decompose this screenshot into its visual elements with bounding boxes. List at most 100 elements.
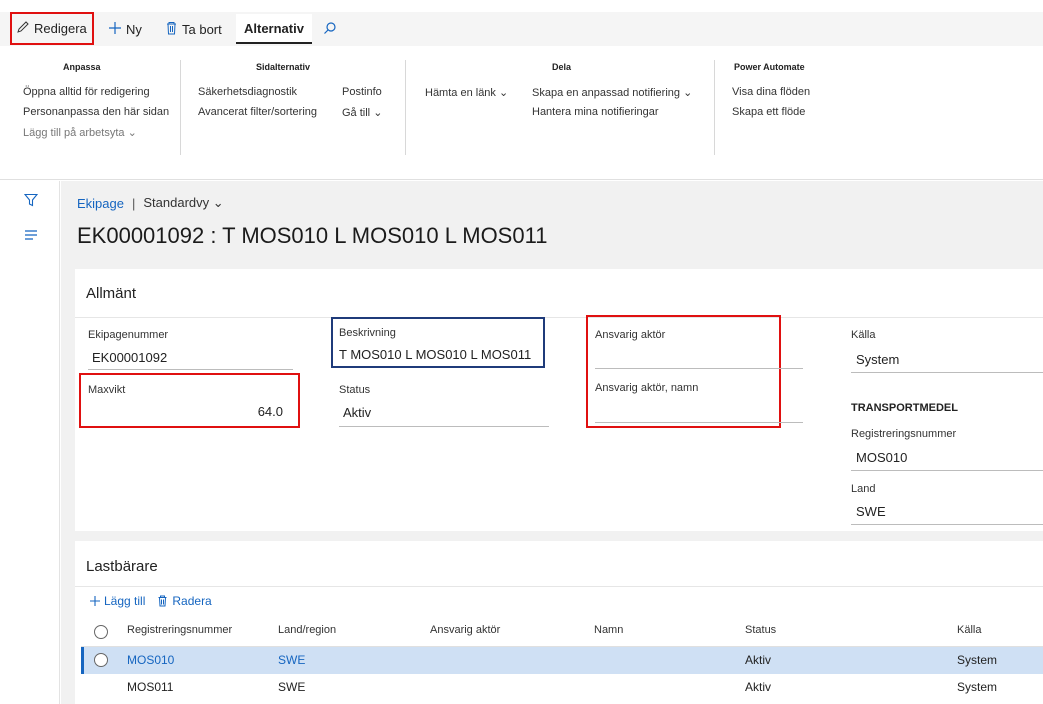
field-underline	[851, 470, 1043, 471]
add-carrier-button[interactable]: Lägg till	[89, 594, 145, 608]
general-section: Allmänt Ekipagenummer EK00001092 Maxvikt…	[75, 269, 1043, 531]
column-header[interactable]: Land/region	[278, 624, 336, 636]
create-notification-label: Skapa en anpassad notifiering	[532, 87, 680, 99]
regnr-cell[interactable]: MOS010	[127, 653, 174, 667]
advanced-filter-button[interactable]: Avancerat filter/sortering	[198, 106, 317, 118]
row-select-radio[interactable]	[94, 653, 108, 667]
beskrivning-field[interactable]: T MOS010 L MOS010 L MOS011	[339, 347, 531, 362]
search-button[interactable]	[323, 12, 341, 46]
land-field[interactable]: SWE	[856, 504, 886, 519]
regnr-label: Registreringsnummer	[851, 428, 957, 440]
status-cell: Aktiv	[745, 653, 772, 667]
chevron-down-icon: ⌄	[127, 127, 137, 139]
create-flow-button[interactable]: Skapa ett flöde	[732, 106, 805, 118]
status-field[interactable]: Aktiv	[343, 405, 371, 420]
ekipagenummer-label: Ekipagenummer	[88, 329, 169, 341]
land-label: Land	[851, 483, 876, 495]
add-to-workspace-label: Lägg till på arbetsyta	[23, 127, 125, 139]
field-underline	[851, 524, 1043, 525]
search-icon	[323, 21, 341, 38]
pencil-icon	[16, 20, 34, 37]
highlight-box	[79, 373, 300, 428]
create-notification-button[interactable]: Skapa en anpassad notifiering ⌄	[532, 86, 692, 99]
edit-button[interactable]: Redigera	[10, 12, 94, 45]
section-divider	[75, 586, 1043, 587]
transport-group-title: TRANSPORTMEDEL	[851, 402, 958, 414]
manage-notifications-button[interactable]: Hantera mina notifieringar	[532, 106, 659, 118]
column-header[interactable]: Registreringsnummer	[127, 624, 232, 636]
land-cell[interactable]: SWE	[278, 653, 305, 667]
breadcrumb-link[interactable]: Ekipage	[77, 196, 124, 211]
source-cell: System	[957, 653, 998, 667]
go-to-label: Gå till	[342, 107, 371, 119]
options-ribbon: Anpassa Öppna alltid för redigering Pers…	[0, 46, 1043, 180]
breadcrumb-separator: |	[131, 195, 136, 211]
main-content: Ekipage | Standardvy ⌄ EK00001092 : T MO…	[61, 181, 1043, 704]
always-open-edit-button[interactable]: Öppna alltid för redigering	[23, 86, 150, 98]
column-header[interactable]: Status	[745, 624, 776, 636]
field-underline	[851, 372, 1043, 373]
regnr-cell[interactable]: MOS011	[127, 680, 173, 694]
regnr-field[interactable]: MOS010	[856, 450, 907, 465]
status-cell: Aktiv	[745, 680, 772, 694]
carriers-section: Lastbärare Lägg till Radera Registrering…	[75, 541, 1043, 704]
get-link-button[interactable]: Hämta en länk ⌄	[425, 86, 508, 99]
maxvikt-label: Maxvikt	[88, 384, 126, 396]
trash-icon	[165, 21, 182, 38]
breadcrumb: Ekipage | Standardvy ⌄	[77, 195, 224, 211]
chevron-down-icon: ⌄	[683, 87, 693, 99]
ansvarig-aktor-label: Ansvarig aktör	[595, 329, 666, 341]
chevron-down-icon: ⌄	[212, 195, 224, 210]
filter-icon[interactable]	[23, 193, 39, 210]
column-header[interactable]: Källa	[957, 624, 981, 636]
add-to-workspace-button[interactable]: Lägg till på arbetsyta ⌄	[23, 126, 137, 139]
personalize-page-button[interactable]: Personanpassa den här sidan	[23, 106, 169, 118]
kalla-label: Källa	[851, 329, 876, 341]
chevron-down-icon: ⌄	[373, 107, 383, 119]
source-cell: System	[957, 680, 998, 694]
field-underline	[88, 369, 293, 370]
chevron-down-icon: ⌄	[499, 87, 509, 99]
ansvarig-aktor-field[interactable]	[595, 368, 803, 369]
remove-carrier-label: Radera	[172, 594, 212, 608]
ribbon-divider	[714, 60, 715, 155]
ansvarig-aktor-namn-field[interactable]	[595, 422, 803, 423]
group-title-page-options: Sidalternativ	[256, 62, 311, 72]
view-selector[interactable]: Standardvy ⌄	[143, 195, 223, 211]
ansvarig-aktor-namn-label: Ansvarig aktör, namn	[595, 382, 699, 394]
left-rail	[0, 181, 60, 704]
go-to-button[interactable]: Gå till ⌄	[342, 106, 382, 119]
group-title-power-automate: Power Automate	[734, 62, 805, 72]
action-bar: Redigera Ny Ta bort Alternativ	[0, 12, 1043, 46]
add-carrier-label: Lägg till	[104, 594, 146, 608]
edit-label: Redigera	[34, 21, 87, 36]
group-title-customize: Anpassa	[63, 62, 101, 72]
carriers-toolbar: Lägg till Radera	[89, 594, 212, 608]
ekipagenummer-field[interactable]: EK00001092	[92, 350, 167, 365]
record-info-button[interactable]: Postinfo	[342, 86, 382, 98]
view-flows-button[interactable]: Visa dina flöden	[732, 86, 810, 98]
tab-options[interactable]: Alternativ	[236, 14, 312, 44]
ribbon-divider	[405, 60, 406, 155]
select-all-radio[interactable]	[94, 625, 108, 639]
section-title[interactable]: Lastbärare	[86, 558, 158, 575]
plus-icon	[89, 595, 101, 607]
table-row[interactable]: MOS010 SWE Aktiv System	[81, 647, 1043, 674]
column-header[interactable]: Namn	[594, 624, 623, 636]
ribbon-divider	[180, 60, 181, 155]
group-title-share: Dela	[552, 62, 572, 72]
column-header[interactable]: Ansvarig aktör	[430, 624, 500, 636]
trash-icon	[157, 595, 168, 607]
maxvikt-field[interactable]: 64.0	[88, 404, 283, 419]
kalla-field[interactable]: System	[856, 352, 899, 367]
new-button[interactable]: Ny	[108, 12, 142, 46]
remove-carrier-button[interactable]: Radera	[157, 594, 212, 608]
security-diagnostics-button[interactable]: Säkerhetsdiagnostik	[198, 86, 297, 98]
page-title: EK00001092 : T MOS010 L MOS010 L MOS011	[77, 223, 548, 248]
new-label: Ny	[126, 21, 142, 37]
table-row[interactable]: MOS011 SWE Aktiv System	[81, 674, 1043, 701]
section-title[interactable]: Allmänt	[86, 285, 136, 302]
list-lines-icon[interactable]	[24, 229, 38, 244]
field-underline	[339, 426, 549, 427]
delete-button[interactable]: Ta bort	[165, 12, 222, 46]
